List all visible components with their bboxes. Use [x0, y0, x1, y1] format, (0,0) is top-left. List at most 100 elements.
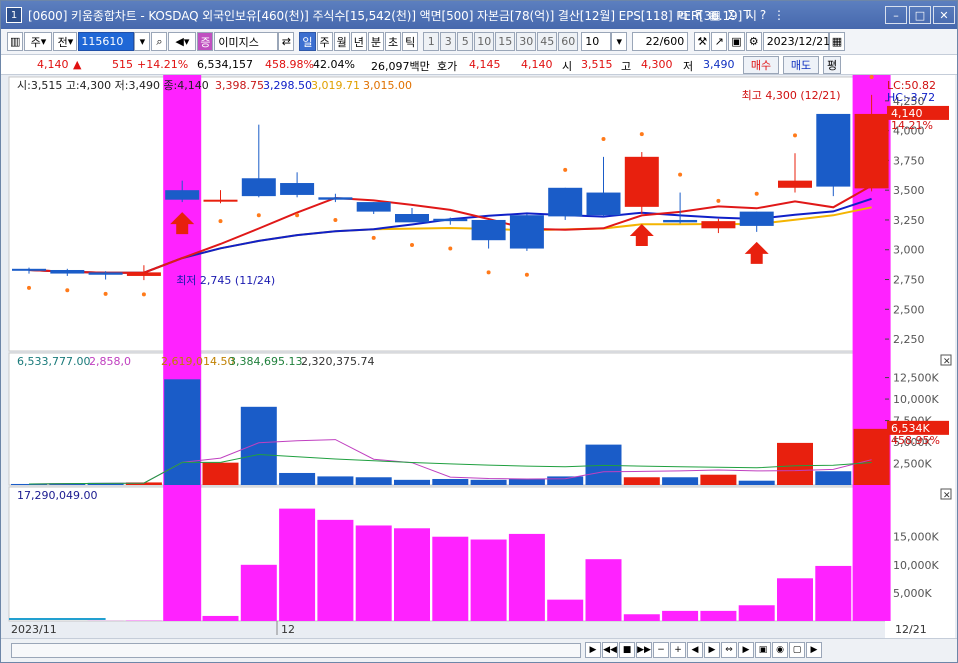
pin-icon[interactable]: ⊼ [691, 6, 707, 24]
period-tab-2[interactable]: 월 [333, 32, 350, 51]
volume-bar-16 [623, 477, 660, 485]
interval-input[interactable]: 10 [581, 32, 612, 51]
link-icon[interactable]: ⇄ [278, 32, 295, 51]
hc-label: HC:-3.72 [887, 91, 935, 104]
candle-body-22 [854, 113, 889, 189]
search-icon[interactable]: ⌕ [151, 32, 168, 51]
zoom-out-icon[interactable]: − [653, 642, 669, 658]
volume-bar-13 [508, 478, 545, 485]
date-field[interactable]: 2023/12/21 [762, 32, 830, 51]
third-tick-label-0: 15,000K [893, 531, 939, 544]
period-tab-5[interactable]: 초 [385, 32, 402, 51]
maximize-icon[interactable]: □ [909, 6, 931, 24]
period-tab-3[interactable]: 년 [350, 32, 367, 51]
sar-dot-18 [716, 198, 721, 203]
x-label-2: 12/21 [895, 623, 927, 636]
x-label-1: 12 [281, 623, 295, 636]
speaker-icon[interactable]: ◀▾ [168, 32, 197, 51]
period-tab-0[interactable]: 일 [299, 32, 316, 51]
interval-button-6[interactable]: 45 [537, 32, 558, 51]
sum-icon[interactable]: Σ [723, 6, 739, 24]
scroll-start-icon[interactable]: ◀ [687, 642, 703, 658]
interval-button-3[interactable]: 10 [474, 32, 495, 51]
candle-body-5 [203, 199, 238, 202]
interval-button-5[interactable]: 30 [516, 32, 537, 51]
third-bar-6 [317, 519, 354, 621]
ma3-legend: 3,019.71 [311, 79, 360, 92]
sar-dot-17 [678, 172, 683, 177]
volume-legend-2: 2,858,0 [89, 355, 131, 368]
stock-code-input[interactable]: 115610 [78, 32, 135, 51]
high-label: 고 [621, 60, 632, 73]
play-icon[interactable]: ▶ [738, 642, 754, 658]
price-tick-label-2: 3,750 [893, 154, 925, 167]
interval-button-0[interactable]: 1 [423, 32, 440, 51]
volume-bar-18 [700, 474, 737, 485]
restore-small-icon[interactable]: ⧉ [675, 6, 691, 24]
settings-icon[interactable]: ⚙ [745, 32, 762, 51]
sar-dot-5 [218, 219, 223, 224]
fit-icon[interactable]: ▣ [755, 642, 771, 658]
sar-dot-6 [256, 213, 261, 218]
expand-icon[interactable]: ⇔ [721, 642, 737, 658]
stock-chart[interactable]: 4,2504,0003,7503,5003,2503,0002,7502,500… [1, 75, 957, 638]
third-bar-13 [585, 559, 622, 621]
chart-scrollbar[interactable] [11, 643, 581, 658]
interval-button-4[interactable]: 15 [495, 32, 516, 51]
rewind-icon[interactable]: ◀◀ [602, 642, 618, 658]
interval-button-1[interactable]: 3 [440, 32, 457, 51]
scroll-right-icon[interactable]: ▶ [585, 642, 601, 658]
title-bar: 1 [0600] 키움종합차트 - KOSDAQ 외국인보유[460(천)] 주… [1, 1, 957, 29]
price-tick-label-5: 3,000 [893, 244, 925, 257]
price-tick-label-3: 3,500 [893, 184, 925, 197]
interval-dropdown[interactable]: ▾ [611, 32, 628, 51]
tools-icon[interactable]: ⚒ [694, 32, 711, 51]
save-icon[interactable]: ▣ [728, 32, 745, 51]
window-number[interactable]: 1 [6, 7, 22, 23]
forward-icon[interactable]: ▶▶ [636, 642, 652, 658]
zoom-in-icon[interactable]: + [670, 642, 686, 658]
stock-name-field: 이미지스 [214, 32, 279, 51]
reset-icon[interactable]: ◉ [772, 642, 788, 658]
volume-bar-8 [317, 476, 354, 485]
lock-icon[interactable]: ▢ [789, 642, 805, 658]
stop-icon[interactable]: ■ [619, 642, 635, 658]
type1-select[interactable]: 주 ▾ [24, 32, 53, 51]
third-bar-5 [279, 508, 316, 621]
indicator-icon[interactable]: ↗ [711, 32, 728, 51]
count-field[interactable]: 22/600 [632, 32, 689, 51]
volume-ratio: 458.98% [265, 58, 314, 71]
type2-select[interactable]: 전 ▾ [53, 32, 78, 51]
more-icon[interactable]: ⋮ [771, 6, 787, 24]
scroll-end2-icon[interactable]: ▶ [806, 642, 822, 658]
scroll-end-icon[interactable]: ▶ [704, 642, 720, 658]
layout-icon[interactable]: ▥ [7, 32, 24, 51]
flat-button[interactable]: 평 [823, 56, 841, 74]
period-tab-1[interactable]: 주 [316, 32, 333, 51]
text-icon[interactable]: T [739, 6, 755, 24]
ohlc-legend: 시:3,515 고:4,300 저:3,490 종:4,140 [17, 79, 209, 92]
panel-close-icon-0: ✕ [943, 357, 951, 367]
sar-dot-14 [563, 167, 568, 172]
grid-icon[interactable]: ▦ [707, 6, 723, 24]
volume-legend-3: 2,619,014.50 [161, 355, 234, 368]
interval-button-7[interactable]: 60 [558, 32, 579, 51]
candle-body-2 [88, 272, 123, 275]
period-tab-4[interactable]: 분 [367, 32, 385, 51]
volume-bar-12 [470, 479, 507, 485]
help-icon[interactable]: ? [755, 6, 771, 24]
close-icon[interactable]: ✕ [933, 6, 955, 24]
sell-button[interactable]: 매도 [783, 56, 819, 74]
buy-button[interactable]: 매수 [743, 56, 779, 74]
sar-dot-1 [65, 288, 70, 293]
interval-button-2[interactable]: 5 [457, 32, 474, 51]
third-bar-2 [164, 618, 201, 621]
volume-bar-9 [355, 477, 392, 485]
calendar-icon[interactable]: ▦ [828, 32, 846, 51]
sar-dot-3 [141, 292, 146, 297]
code-dropdown[interactable]: ▾ [134, 32, 151, 51]
candle-body-19 [739, 211, 774, 226]
period-tab-6[interactable]: 틱 [402, 32, 419, 51]
candle-body-8 [318, 197, 353, 200]
minimize-icon[interactable]: – [885, 6, 907, 24]
